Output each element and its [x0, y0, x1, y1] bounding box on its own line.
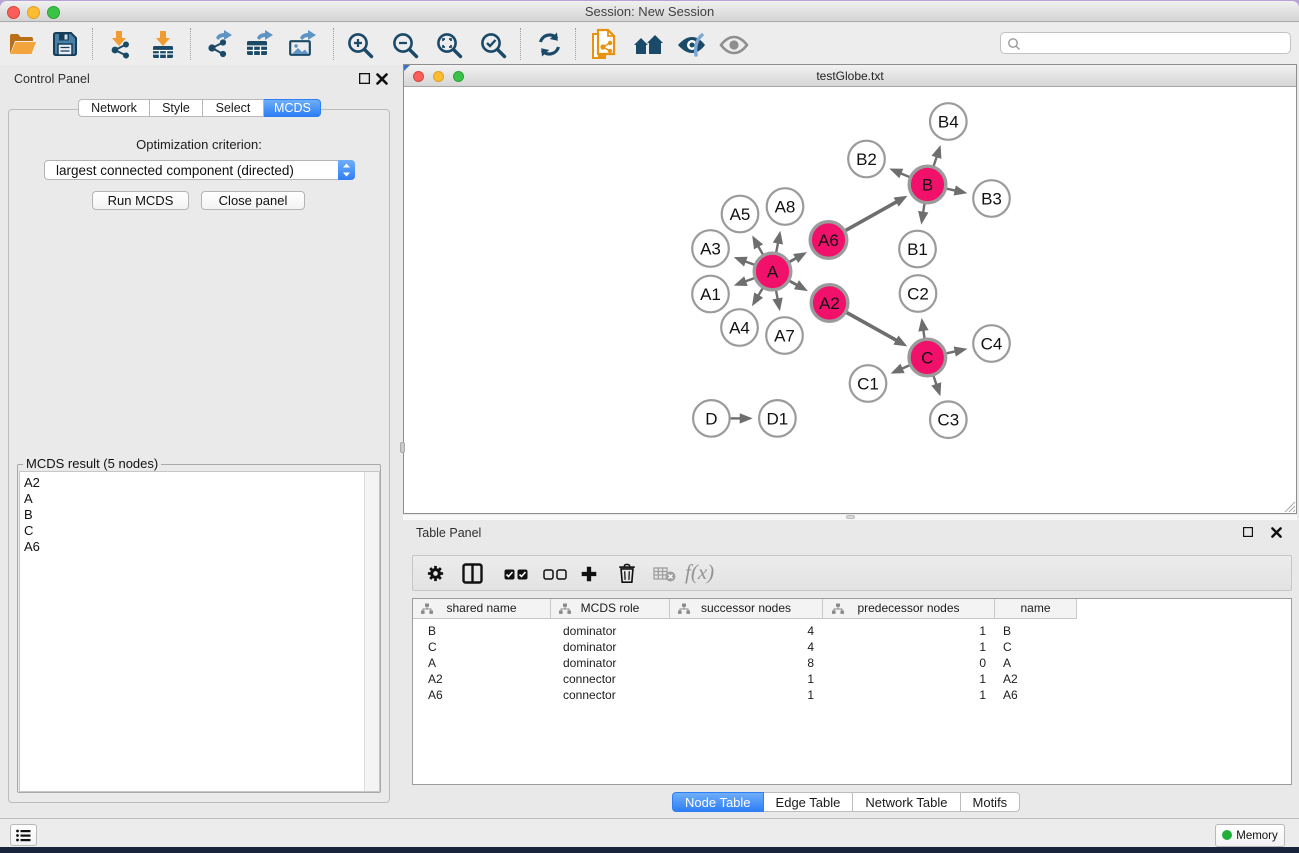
svg-text:A5: A5 — [730, 205, 751, 224]
svg-text:A8: A8 — [775, 197, 796, 216]
svg-text:A: A — [767, 262, 779, 281]
svg-text:C: C — [921, 348, 933, 367]
svg-text:A7: A7 — [774, 326, 795, 345]
svg-text:D1: D1 — [767, 409, 789, 428]
svg-text:A4: A4 — [729, 318, 750, 337]
svg-text:C4: C4 — [981, 334, 1003, 353]
svg-text:A1: A1 — [700, 285, 721, 304]
svg-text:D: D — [705, 409, 717, 428]
svg-text:C1: C1 — [857, 374, 879, 393]
svg-text:C3: C3 — [937, 411, 959, 430]
svg-text:A2: A2 — [819, 294, 840, 313]
svg-text:A6: A6 — [818, 231, 839, 250]
svg-text:A3: A3 — [700, 239, 721, 258]
svg-text:B1: B1 — [907, 240, 928, 259]
svg-text:B: B — [922, 175, 933, 194]
svg-text:B4: B4 — [938, 112, 959, 131]
svg-text:C2: C2 — [907, 284, 929, 303]
svg-text:B2: B2 — [856, 150, 877, 169]
svg-text:B3: B3 — [981, 189, 1002, 208]
